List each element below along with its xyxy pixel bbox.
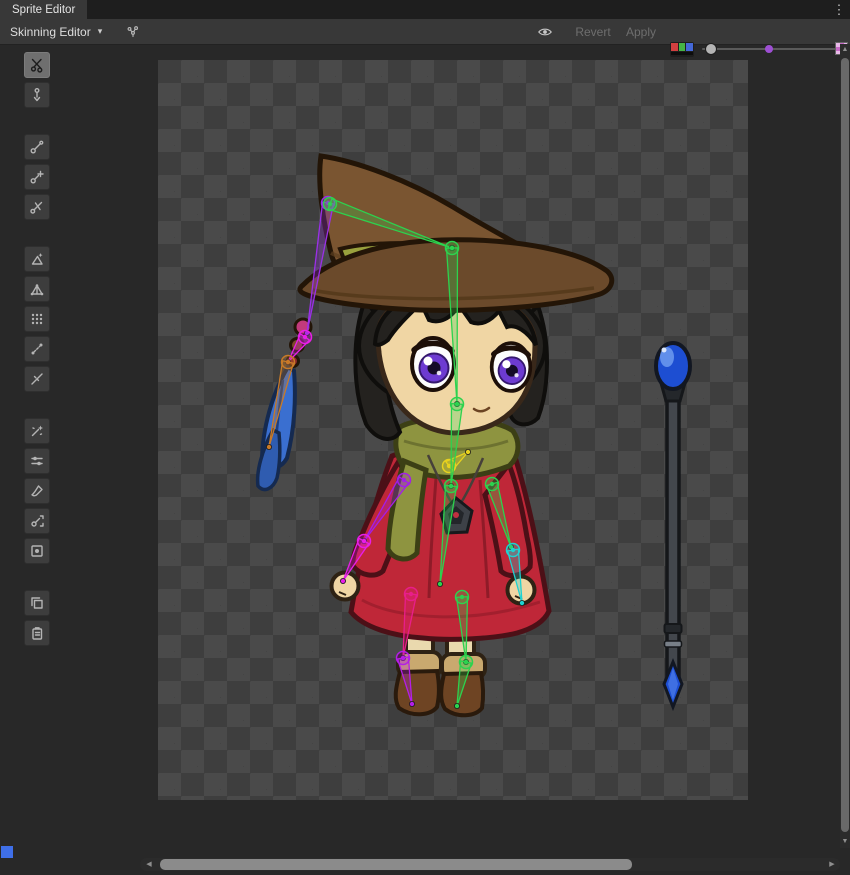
paste-icon xyxy=(29,625,45,641)
auto-geometry-icon xyxy=(29,251,45,267)
auto-weights-icon xyxy=(29,423,45,439)
bone-gizmo[interactable] xyxy=(446,242,460,407)
horizontal-scrollbar[interactable]: ◀ ▶ xyxy=(0,858,840,871)
scroll-up-arrow[interactable]: ▲ xyxy=(840,44,850,56)
copy-icon xyxy=(29,595,45,611)
bone-gizmo[interactable] xyxy=(397,652,415,707)
zoom-slider[interactable] xyxy=(702,44,836,54)
bone-gizmo[interactable] xyxy=(448,398,463,489)
tool-bone-influence-button[interactable] xyxy=(24,508,50,534)
tool-auto-weights-button[interactable] xyxy=(24,418,50,444)
sprite-editor-window: Sprite Editor ⋮ Skinning Editor ▾ Revert… xyxy=(0,0,850,875)
tool-preview-pose-button[interactable] xyxy=(24,52,50,78)
color-channels-icon[interactable] xyxy=(670,42,694,57)
tool-create-vertex-button[interactable] xyxy=(24,306,50,332)
bone-gizmo[interactable] xyxy=(304,197,334,336)
apply-button[interactable]: Apply xyxy=(620,21,662,42)
tab-title: Sprite Editor xyxy=(12,4,75,16)
sprite-canvas[interactable] xyxy=(158,60,748,800)
split-edge-icon xyxy=(29,371,45,387)
create-vertex-icon xyxy=(29,311,45,327)
bone-gizmo[interactable] xyxy=(340,535,370,584)
red-channel-swatch xyxy=(671,43,678,51)
bone-gizmo[interactable] xyxy=(437,480,457,587)
slider-thumb[interactable] xyxy=(705,43,717,55)
bone-gizmo[interactable] xyxy=(400,588,417,661)
tool-create-bone-button[interactable] xyxy=(24,164,50,190)
bone-gizmo[interactable] xyxy=(507,544,525,606)
kebab-menu-icon[interactable]: ⋮ xyxy=(831,0,847,19)
vertical-scroll-thumb[interactable] xyxy=(841,58,849,832)
rig-toggle-button[interactable] xyxy=(120,22,146,41)
tool-weight-brush-button[interactable] xyxy=(24,478,50,504)
horizontal-scroll-thumb[interactable] xyxy=(160,859,632,870)
chevron-down-icon: ▾ xyxy=(98,26,103,37)
bone-gizmo[interactable] xyxy=(266,356,294,450)
toolbar: Skinning Editor ▾ Revert Apply xyxy=(0,19,850,45)
bone-gizmos-overlay[interactable] xyxy=(158,60,748,800)
preview-pose-icon xyxy=(29,57,45,73)
green-channel-swatch xyxy=(679,43,686,51)
tool-split-bone-button[interactable] xyxy=(24,194,50,220)
tool-auto-geometry-button[interactable] xyxy=(24,246,50,272)
tool-paste-button[interactable] xyxy=(24,620,50,646)
revert-button[interactable]: Revert xyxy=(570,21,616,42)
weight-slider-icon xyxy=(29,453,45,469)
visibility-eye-button[interactable] xyxy=(532,22,558,41)
tab-sprite-editor[interactable]: Sprite Editor xyxy=(0,0,87,19)
bone-influence-icon xyxy=(29,513,45,529)
create-bone-icon xyxy=(29,169,45,185)
skinning-tools-sidebar xyxy=(24,52,50,650)
scroll-right-arrow[interactable]: ▶ xyxy=(826,858,838,871)
tool-create-edge-button[interactable] xyxy=(24,336,50,362)
vertical-scrollbar[interactable]: ▲ ▼ xyxy=(840,44,850,848)
bone-gizmo[interactable] xyxy=(456,591,469,665)
bone-gizmo[interactable] xyxy=(361,474,410,544)
bone-gizmo[interactable] xyxy=(443,449,471,472)
bone-gizmo[interactable] xyxy=(324,198,455,251)
edit-geometry-icon xyxy=(29,281,45,297)
alpha-channel-swatch xyxy=(671,52,693,55)
editor-mode-label: Skinning Editor xyxy=(10,25,91,39)
tab-strip: Sprite Editor ⋮ xyxy=(0,0,850,19)
tool-split-edge-button[interactable] xyxy=(24,366,50,392)
rig-icon xyxy=(126,24,140,40)
sprite-influence-icon xyxy=(29,543,45,559)
create-edge-icon xyxy=(29,341,45,357)
tool-weight-slider-button[interactable] xyxy=(24,448,50,474)
tool-restore-bind-pose-button[interactable] xyxy=(24,82,50,108)
blue-channel-swatch xyxy=(686,43,693,51)
corner-blue-indicator xyxy=(1,846,13,858)
bone-gizmo[interactable] xyxy=(454,656,472,709)
restore-bind-pose-icon xyxy=(29,87,45,103)
tool-sprite-influence-button[interactable] xyxy=(24,538,50,564)
scroll-down-arrow[interactable]: ▼ xyxy=(840,836,850,848)
weight-brush-icon xyxy=(29,483,45,499)
edit-bone-icon xyxy=(29,139,45,155)
tool-edit-geometry-button[interactable] xyxy=(24,276,50,302)
split-bone-icon xyxy=(29,199,45,215)
tool-copy-button[interactable] xyxy=(24,590,50,616)
eye-icon xyxy=(538,26,552,38)
slider-marker xyxy=(765,45,773,53)
tool-edit-bone-button[interactable] xyxy=(24,134,50,160)
scroll-left-arrow[interactable]: ◀ xyxy=(143,858,155,871)
editor-mode-dropdown[interactable]: Skinning Editor ▾ xyxy=(2,19,110,44)
bone-gizmo[interactable] xyxy=(486,478,514,550)
